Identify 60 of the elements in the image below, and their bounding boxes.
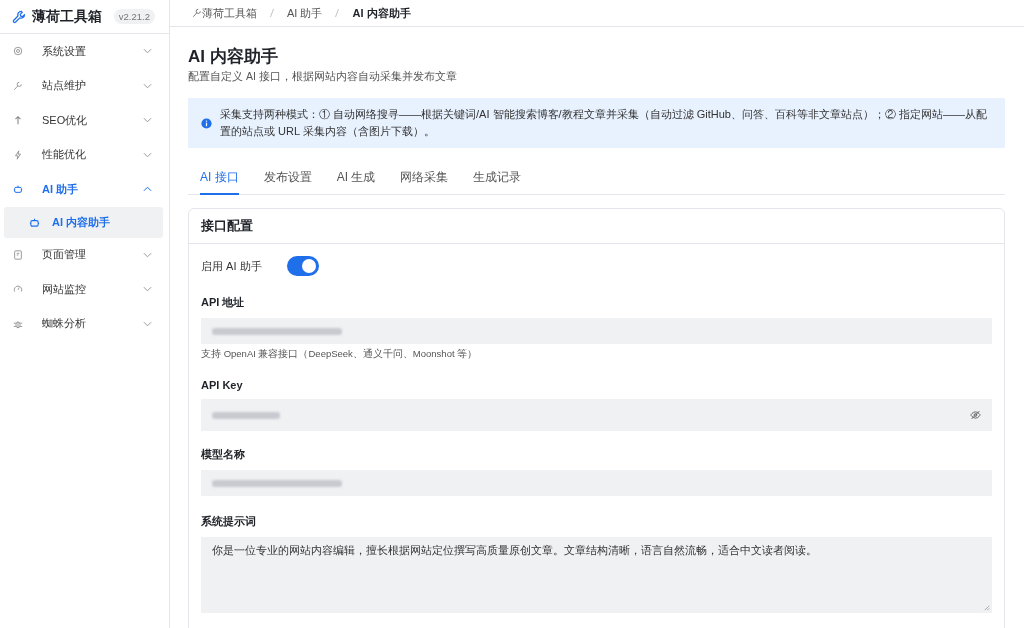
- input-field[interactable]: [201, 470, 992, 496]
- robot-icon: [29, 216, 40, 228]
- breadcrumb-item[interactable]: 薄荷工具箱: [202, 5, 257, 21]
- tab[interactable]: 生成记录: [473, 163, 522, 195]
- wrench-icon: [192, 8, 202, 18]
- version-badge: v2.21.2: [113, 9, 155, 24]
- field-hint: 支持 OpenAI 兼容接口（DeepSeek、通义千问、Moonshot 等）: [201, 348, 479, 361]
- field-label: API 地址: [201, 295, 246, 310]
- tab[interactable]: 发布设置: [263, 163, 312, 195]
- resize-handle-icon[interactable]: [983, 604, 990, 611]
- document-icon: [13, 249, 23, 260]
- sidebar-item[interactable]: 性能优化: [0, 137, 169, 172]
- field-label: 启用 AI 助手: [201, 258, 262, 274]
- sidebar-item[interactable]: 页面管理: [0, 237, 169, 272]
- tab[interactable]: 网络采集: [400, 163, 449, 195]
- field-label: 模型名称: [201, 447, 246, 462]
- chevron-icon: [143, 151, 152, 158]
- tab[interactable]: AI 接口: [200, 163, 239, 195]
- password-field[interactable]: [201, 399, 992, 431]
- page-title: AI 内容助手: [188, 46, 279, 68]
- slash-separator-icon: [334, 8, 341, 18]
- chevron-icon: [143, 251, 152, 258]
- gauge-icon: [13, 284, 23, 295]
- wrench-icon: [12, 9, 26, 24]
- slash-separator-icon: [269, 8, 275, 18]
- arrow-icon: [13, 115, 23, 126]
- wrench-icon: [13, 80, 23, 91]
- sidebar-item[interactable]: AI 助手: [0, 172, 169, 207]
- sidebar-item[interactable]: 站点维护: [0, 68, 169, 103]
- field-label: 系统提示词: [201, 514, 257, 529]
- robot-icon: [13, 184, 23, 195]
- chevron-icon: [143, 48, 152, 55]
- textarea-value: 你是一位专业的网站内容编辑，擅长根据网站定位撰写高质量原创文章。文章结构清晰，语言自然流畅，适合中文读者阅读。: [212, 544, 817, 556]
- gear-icon: [13, 46, 23, 57]
- prompt-textarea[interactable]: 你是一位专业的网站内容编辑，擅长根据网站定位撰写高质量原创文章。文章结构清晰，语言自然流畅，适合中文读者阅读。: [201, 537, 992, 613]
- chevron-icon: [143, 117, 152, 124]
- chevron-icon: [143, 186, 152, 193]
- sidebar-subitem[interactable]: AI 内容助手: [4, 206, 163, 238]
- field-label: API Key: [201, 379, 244, 391]
- chevron-icon: [143, 286, 152, 293]
- chevron-icon: [143, 82, 152, 89]
- card-title: 接口配置: [189, 209, 1004, 244]
- bug-icon: [13, 318, 23, 329]
- alert-text: 采集支持两种模式：① 自动网络搜寻——根据关键词/AI 智能搜索博客/教程文章并采集（自动过滤 GitHub、问答、百科等非文章站点）；② 指定网站——从配置的站点或 URL 采集内容（含图片下载）。: [220, 107, 988, 139]
- breadcrumb-item: AI 内容助手: [352, 5, 411, 21]
- sidebar-item[interactable]: 蜘蛛分析: [0, 306, 169, 341]
- breadcrumb-item[interactable]: AI 助手: [287, 5, 323, 21]
- bolt-icon: [13, 149, 23, 160]
- page-subtitle: 配置自定义 AI 接口，根据网站内容自动采集并发布文章: [188, 70, 458, 84]
- tab[interactable]: AI 生成: [336, 163, 376, 195]
- sidebar-item[interactable]: SEO优化: [0, 103, 169, 138]
- app-name: 薄荷工具箱: [32, 7, 103, 26]
- toggle-switch[interactable]: [286, 256, 319, 276]
- redacted-value: [212, 411, 280, 419]
- sidebar-item[interactable]: 网站监控: [0, 272, 169, 307]
- info-icon: [201, 117, 212, 129]
- sidebar-item[interactable]: 系统设置: [0, 34, 169, 69]
- input-field[interactable]: [201, 318, 992, 344]
- chevron-icon: [143, 320, 152, 327]
- eye-off-icon[interactable]: [970, 410, 981, 420]
